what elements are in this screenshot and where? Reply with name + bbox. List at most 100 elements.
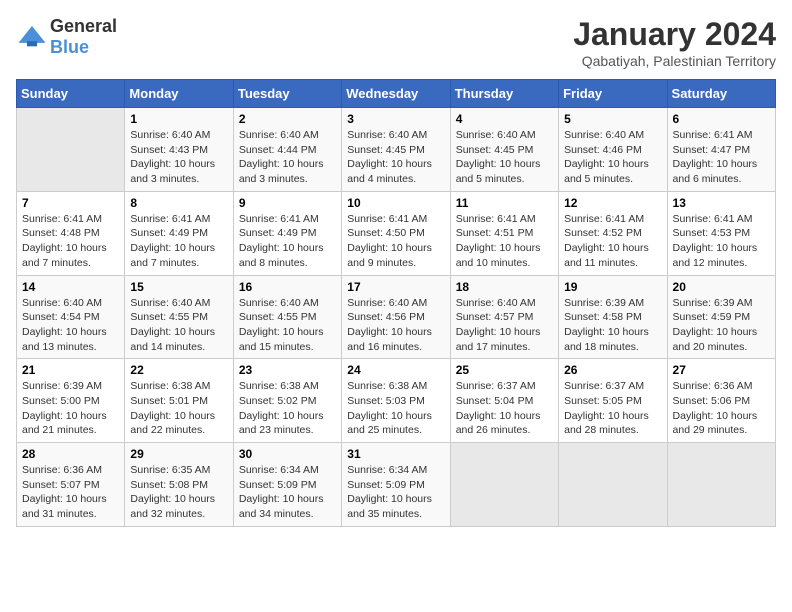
day-info: Sunrise: 6:40 AMSunset: 4:45 PMDaylight:… (347, 128, 444, 187)
calendar-table: SundayMondayTuesdayWednesdayThursdayFrid… (16, 79, 776, 527)
day-number: 19 (564, 280, 661, 294)
day-number: 8 (130, 196, 227, 210)
day-info: Sunrise: 6:40 AMSunset: 4:54 PMDaylight:… (22, 296, 119, 355)
calendar-cell: 15Sunrise: 6:40 AMSunset: 4:55 PMDayligh… (125, 275, 233, 359)
day-number: 16 (239, 280, 336, 294)
day-info: Sunrise: 6:40 AMSunset: 4:57 PMDaylight:… (456, 296, 553, 355)
day-info: Sunrise: 6:36 AMSunset: 5:06 PMDaylight:… (673, 379, 770, 438)
day-number: 13 (673, 196, 770, 210)
calendar-cell: 4Sunrise: 6:40 AMSunset: 4:45 PMDaylight… (450, 108, 558, 192)
week-row-4: 21 Sunrise: 6:39 AMSunset: 5:00 PMDayligh… (17, 359, 776, 443)
day-info: Sunrise: 6:39 AMSunset: 4:59 PMDaylight:… (673, 296, 770, 355)
day-info: Sunrise: 6:38 AMSunset: 5:02 PMDaylight:… (239, 379, 336, 438)
day-info: Sunrise: 6:37 AMSunset: 5:04 PMDaylight:… (456, 379, 553, 438)
calendar-cell: 30 Sunrise: 6:34 AMSunset: 5:09 PMDayligh… (233, 443, 341, 527)
calendar-cell: 27 Sunrise: 6:36 AMSunset: 5:06 PMDayligh… (667, 359, 775, 443)
week-row-5: 28 Sunrise: 6:36 AMSunset: 5:07 PMDayligh… (17, 443, 776, 527)
day-info: Sunrise: 6:41 AMSunset: 4:47 PMDaylight:… (673, 128, 770, 187)
day-number: 2 (239, 112, 336, 126)
day-info: Sunrise: 6:39 AMSunset: 5:00 PMDaylight:… (22, 379, 119, 438)
day-info: Sunrise: 6:40 AMSunset: 4:44 PMDaylight:… (239, 128, 336, 187)
calendar-cell: 14 Sunrise: 6:40 AMSunset: 4:54 PMDayligh… (17, 275, 125, 359)
day-number: 20 (673, 280, 770, 294)
day-number: 12 (564, 196, 661, 210)
calendar-cell: 21 Sunrise: 6:39 AMSunset: 5:00 PMDayligh… (17, 359, 125, 443)
day-info: Sunrise: 6:41 AMSunset: 4:48 PMDaylight:… (22, 212, 119, 271)
day-info: Sunrise: 6:41 AMSunset: 4:52 PMDaylight:… (564, 212, 661, 271)
day-number: 3 (347, 112, 444, 126)
title-area: January 2024 Qabatiyah, Palestinian Terr… (573, 16, 776, 69)
calendar-cell: 10Sunrise: 6:41 AMSunset: 4:50 PMDayligh… (342, 191, 450, 275)
day-number: 30 (239, 447, 336, 461)
day-info: Sunrise: 6:40 AMSunset: 4:46 PMDaylight:… (564, 128, 661, 187)
day-number: 18 (456, 280, 553, 294)
calendar-cell: 18 Sunrise: 6:40 AMSunset: 4:57 PMDayligh… (450, 275, 558, 359)
day-info: Sunrise: 6:41 AMSunset: 4:53 PMDaylight:… (673, 212, 770, 271)
calendar-cell: 11Sunrise: 6:41 AMSunset: 4:51 PMDayligh… (450, 191, 558, 275)
calendar-cell (667, 443, 775, 527)
calendar-cell: 17 Sunrise: 6:40 AMSunset: 4:56 PMDayligh… (342, 275, 450, 359)
calendar-cell (17, 108, 125, 192)
calendar-cell: 26 Sunrise: 6:37 AMSunset: 5:05 PMDayligh… (559, 359, 667, 443)
column-header-friday: Friday (559, 80, 667, 108)
calendar-cell: 19 Sunrise: 6:39 AMSunset: 4:58 PMDayligh… (559, 275, 667, 359)
calendar-header-row: SundayMondayTuesdayWednesdayThursdayFrid… (17, 80, 776, 108)
day-info: Sunrise: 6:41 AMSunset: 4:50 PMDaylight:… (347, 212, 444, 271)
day-info: Sunrise: 6:36 AMSunset: 5:07 PMDaylight:… (22, 463, 119, 522)
day-info: Sunrise: 6:39 AMSunset: 4:58 PMDaylight:… (564, 296, 661, 355)
calendar-cell: 2 Sunrise: 6:40 AMSunset: 4:44 PMDaylight… (233, 108, 341, 192)
calendar-cell: 16Sunrise: 6:40 AMSunset: 4:55 PMDayligh… (233, 275, 341, 359)
day-info: Sunrise: 6:40 AMSunset: 4:56 PMDaylight:… (347, 296, 444, 355)
column-header-wednesday: Wednesday (342, 80, 450, 108)
logo-blue: Blue (50, 37, 89, 57)
day-info: Sunrise: 6:34 AMSunset: 5:09 PMDaylight:… (239, 463, 336, 522)
day-number: 29 (130, 447, 227, 461)
calendar-cell: 29 Sunrise: 6:35 AMSunset: 5:08 PMDayligh… (125, 443, 233, 527)
day-number: 14 (22, 280, 119, 294)
day-info: Sunrise: 6:40 AMSunset: 4:55 PMDaylight:… (130, 296, 227, 355)
logo-general: General (50, 16, 117, 36)
calendar-cell: 5 Sunrise: 6:40 AMSunset: 4:46 PMDaylight… (559, 108, 667, 192)
day-number: 6 (673, 112, 770, 126)
calendar-cell: 31 Sunrise: 6:34 AMSunset: 5:09 PMDayligh… (342, 443, 450, 527)
day-number: 21 (22, 363, 119, 377)
column-header-tuesday: Tuesday (233, 80, 341, 108)
day-info: Sunrise: 6:40 AMSunset: 4:43 PMDaylight:… (130, 128, 227, 187)
day-number: 27 (673, 363, 770, 377)
day-number: 23 (239, 363, 336, 377)
day-info: Sunrise: 6:35 AMSunset: 5:08 PMDaylight:… (130, 463, 227, 522)
calendar-cell: 8 Sunrise: 6:41 AMSunset: 4:49 PMDaylight… (125, 191, 233, 275)
day-number: 9 (239, 196, 336, 210)
calendar-cell: 7 Sunrise: 6:41 AMSunset: 4:48 PMDaylight… (17, 191, 125, 275)
day-number: 7 (22, 196, 119, 210)
calendar-cell: 12 Sunrise: 6:41 AMSunset: 4:52 PMDayligh… (559, 191, 667, 275)
day-number: 28 (22, 447, 119, 461)
day-number: 26 (564, 363, 661, 377)
day-info: Sunrise: 6:37 AMSunset: 5:05 PMDaylight:… (564, 379, 661, 438)
day-number: 22 (130, 363, 227, 377)
calendar-cell: 3 Sunrise: 6:40 AMSunset: 4:45 PMDaylight… (342, 108, 450, 192)
day-number: 4 (456, 112, 553, 126)
day-info: Sunrise: 6:34 AMSunset: 5:09 PMDaylight:… (347, 463, 444, 522)
column-header-sunday: Sunday (17, 80, 125, 108)
day-info: Sunrise: 6:41 AMSunset: 4:49 PMDaylight:… (239, 212, 336, 271)
calendar-cell: 1 Sunrise: 6:40 AMSunset: 4:43 PMDaylight… (125, 108, 233, 192)
location-subtitle: Qabatiyah, Palestinian Territory (573, 53, 776, 69)
logo-icon (18, 26, 46, 48)
calendar-cell (559, 443, 667, 527)
week-row-1: 1 Sunrise: 6:40 AMSunset: 4:43 PMDaylight… (17, 108, 776, 192)
column-header-thursday: Thursday (450, 80, 558, 108)
day-number: 31 (347, 447, 444, 461)
day-number: 17 (347, 280, 444, 294)
calendar-cell: 24Sunrise: 6:38 AMSunset: 5:03 PMDayligh… (342, 359, 450, 443)
calendar-cell: 6 Sunrise: 6:41 AMSunset: 4:47 PMDaylight… (667, 108, 775, 192)
week-row-2: 7 Sunrise: 6:41 AMSunset: 4:48 PMDaylight… (17, 191, 776, 275)
day-info: Sunrise: 6:38 AMSunset: 5:03 PMDaylight:… (347, 379, 444, 438)
day-info: Sunrise: 6:41 AMSunset: 4:51 PMDaylight:… (456, 212, 553, 271)
month-title: January 2024 (573, 16, 776, 53)
day-number: 5 (564, 112, 661, 126)
header: General Blue January 2024 Qabatiyah, Pal… (16, 16, 776, 69)
calendar-cell: 23 Sunrise: 6:38 AMSunset: 5:02 PMDayligh… (233, 359, 341, 443)
day-number: 1 (130, 112, 227, 126)
day-info: Sunrise: 6:41 AMSunset: 4:49 PMDaylight:… (130, 212, 227, 271)
